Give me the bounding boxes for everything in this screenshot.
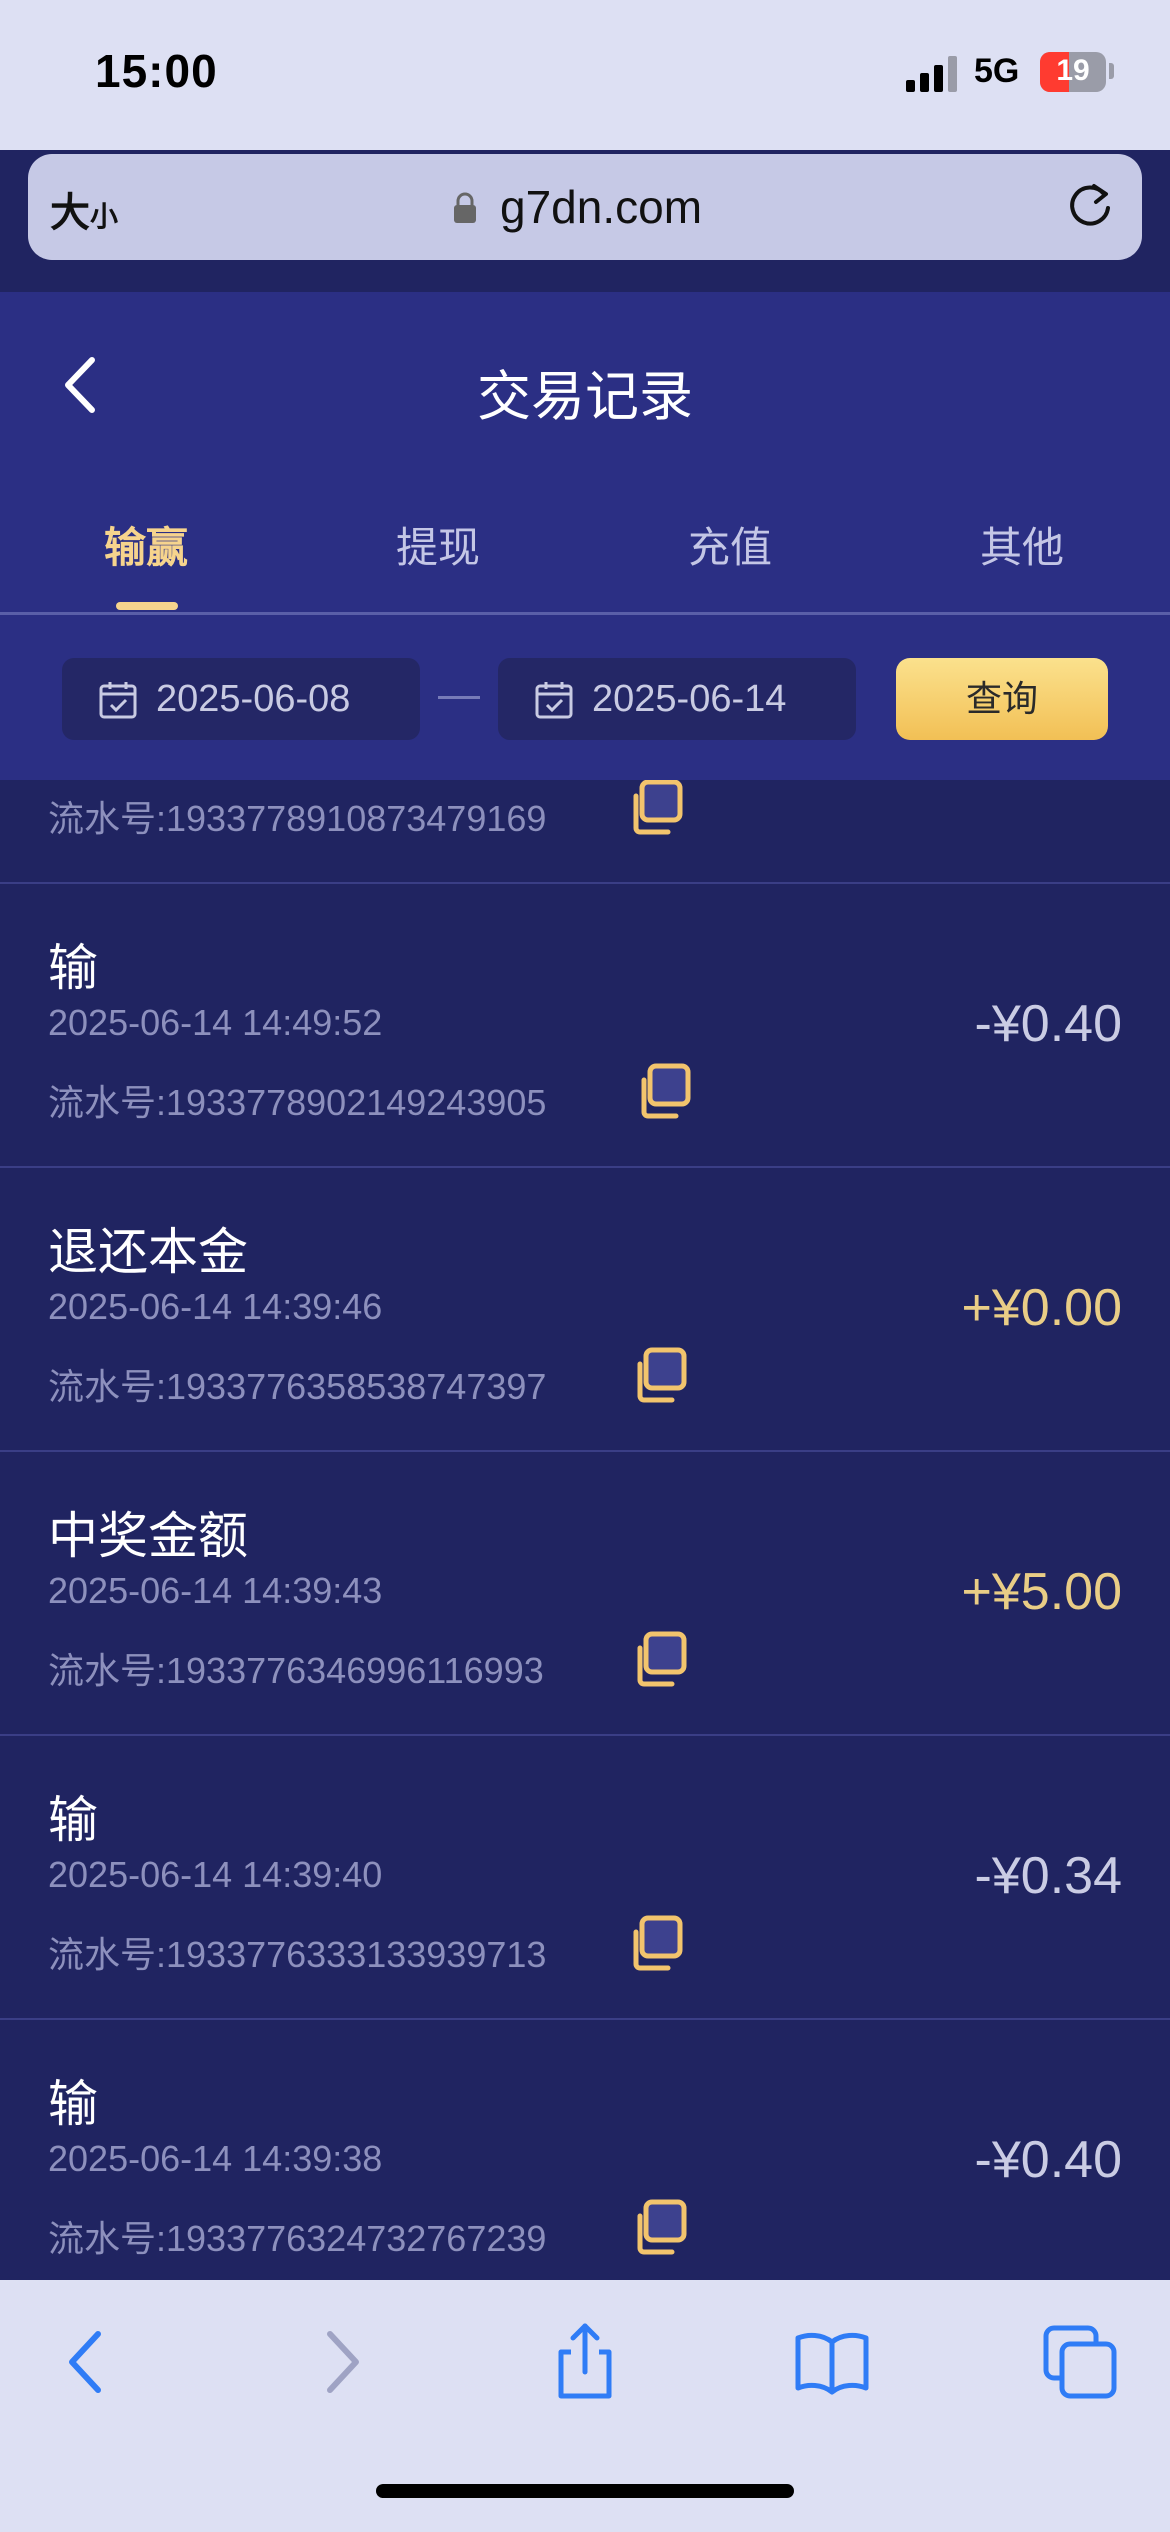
- copy-icon[interactable]: [630, 1346, 690, 1406]
- text-size-small: 小: [90, 201, 119, 232]
- transaction-time: 2025-06-14 14:49:52: [48, 1002, 383, 1043]
- serial-number: 流水号:1933776346996116993: [48, 1650, 544, 1691]
- tab-other[interactable]: 其他: [876, 514, 1168, 575]
- page-title: 交易记录: [477, 367, 693, 427]
- home-indicator: [376, 2484, 794, 2498]
- tabs-icon[interactable]: [1040, 2322, 1120, 2402]
- battery-level: 19: [1056, 54, 1090, 87]
- transaction-amount: -¥0.40: [974, 2131, 1122, 2189]
- battery-tip: [1109, 63, 1114, 79]
- date-separator: [438, 696, 480, 699]
- serial-number: 流水号:1933776333133939713: [48, 1934, 547, 1975]
- list-item: 中奖金额 2025-06-14 14:39:43 流水号:19337763469…: [0, 1452, 1170, 1736]
- transaction-amount: -¥0.40: [974, 995, 1122, 1053]
- list-item: 输 2025-06-14 14:49:52 流水号:19337789021492…: [0, 884, 1170, 1168]
- transaction-title: 输: [48, 940, 98, 996]
- transaction-title: 输: [48, 1792, 98, 1848]
- tab-withdraw[interactable]: 提现: [292, 514, 584, 575]
- text-size-big: 大: [50, 191, 90, 235]
- forward-arrow-icon[interactable]: [300, 2322, 380, 2402]
- lock-icon: [454, 192, 476, 223]
- network-type: 5G: [974, 52, 1020, 90]
- copy-icon[interactable]: [630, 2198, 690, 2258]
- share-icon[interactable]: [545, 2322, 625, 2402]
- text-size-button[interactable]: 大小: [50, 180, 118, 238]
- end-date-picker[interactable]: 2025-06-14: [498, 658, 856, 740]
- query-button[interactable]: 查询: [896, 658, 1108, 740]
- bookmarks-icon[interactable]: [792, 2322, 872, 2402]
- transaction-amount: +¥0.00: [961, 1279, 1123, 1337]
- transaction-time: 2025-06-14 14:39:38: [48, 2138, 383, 2179]
- transaction-amount: +¥5.00: [961, 1563, 1123, 1621]
- status-bar: 15:00 5G 19: [0, 0, 1170, 150]
- page-header: 交易记录 输赢 提现 充值 其他 2025-06-08 2025-06-14 查…: [0, 292, 1170, 780]
- tab-deposit[interactable]: 充值: [584, 514, 876, 575]
- back-arrow-icon[interactable]: [48, 2322, 128, 2402]
- url-text[interactable]: g7dn.com: [500, 180, 702, 234]
- list-item: 退还本金 2025-06-14 14:39:46 流水号:19337763585…: [0, 1168, 1170, 1452]
- transaction-time: 2025-06-14 14:39:40: [48, 1854, 383, 1895]
- tab-divider: [0, 612, 1170, 615]
- serial-number: 流水号:1933778910873479169: [48, 798, 547, 839]
- transaction-time: 2025-06-14 14:39:46: [48, 1286, 383, 1327]
- transaction-time: 2025-06-14 14:39:43: [48, 1570, 383, 1611]
- end-date: 2025-06-14: [592, 678, 787, 720]
- serial-number: 流水号:1933778902149243905: [48, 1082, 547, 1123]
- start-date-picker[interactable]: 2025-06-08: [62, 658, 420, 740]
- list-item: 输 2025-06-14 14:39:40 流水号:19337763331339…: [0, 1736, 1170, 2020]
- copy-icon[interactable]: [626, 780, 686, 838]
- list-item: 输 2025-06-14 14:39:38 流水号:19337763247327…: [0, 2020, 1170, 2280]
- list-item: 流水号:1933778910873479169: [0, 780, 1170, 884]
- calendar-icon: [535, 682, 573, 719]
- reload-icon[interactable]: [1062, 178, 1118, 234]
- calendar-icon: [99, 682, 137, 719]
- transaction-title: 输: [48, 2076, 98, 2132]
- serial-number: 流水号:1933776358538747397: [48, 1366, 547, 1407]
- start-date: 2025-06-08: [156, 678, 351, 720]
- status-time: 15:00: [95, 45, 218, 97]
- active-tab-indicator: [116, 602, 178, 610]
- serial-number: 流水号:1933776324732767239: [48, 2218, 547, 2259]
- transaction-title: 中奖金额: [48, 1508, 248, 1564]
- transaction-list[interactable]: 流水号:1933778910873479169 输 2025-06-14 14:…: [0, 780, 1170, 2280]
- transaction-amount: -¥0.34: [974, 1847, 1122, 1905]
- copy-icon[interactable]: [630, 1630, 690, 1690]
- copy-icon[interactable]: [626, 1914, 686, 1974]
- url-bar[interactable]: 大小 g7dn.com: [28, 154, 1142, 260]
- signal-icon: [906, 56, 958, 92]
- transaction-title: 退还本金: [48, 1224, 248, 1280]
- battery-icon: 19: [1040, 52, 1106, 92]
- tab-win-loss[interactable]: 输赢: [0, 514, 292, 575]
- copy-icon[interactable]: [634, 1062, 694, 1122]
